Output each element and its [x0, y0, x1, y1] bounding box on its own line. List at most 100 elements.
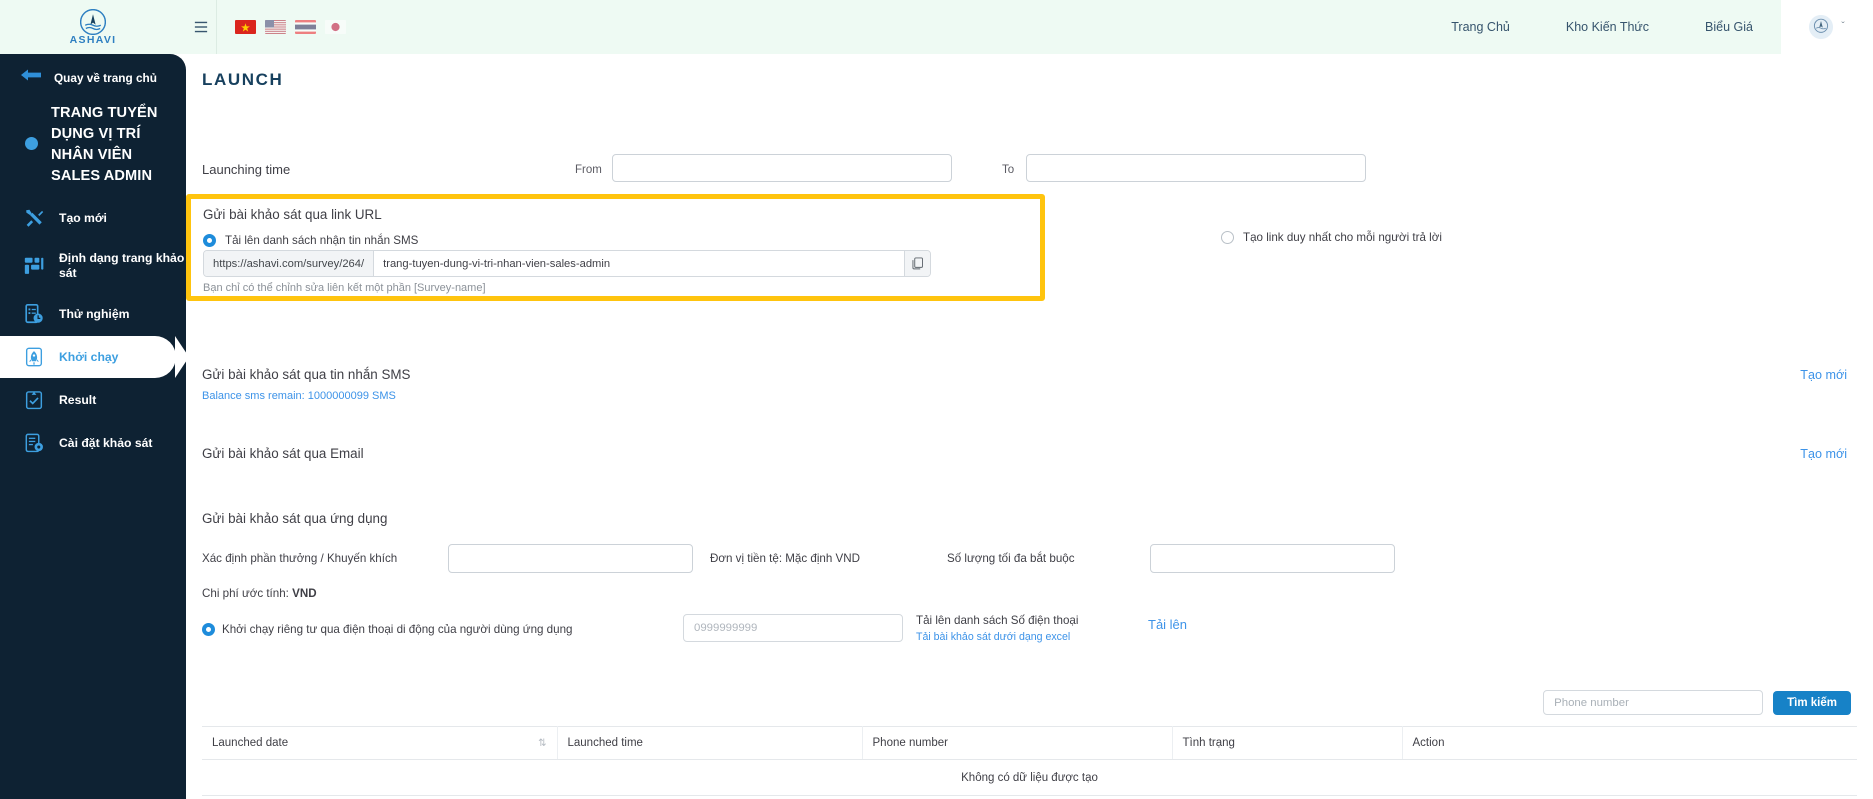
sidebar: Quay về trang chủ TRANG TUYỂN DỤNG VỊ TR…	[0, 54, 189, 799]
sidebar-back-home-label: Quay về trang chủ	[54, 70, 157, 85]
phone-number-input[interactable]: 0999999999	[683, 614, 903, 642]
column-launched-time-label: Launched time	[567, 737, 643, 749]
sms-section-heading: Gửi bài khảo sát qua tin nhắn SMS	[202, 367, 411, 382]
max-quantity-label: Số lượng tối đa bắt buộc	[947, 552, 1075, 565]
table-header-row: Launched date ⇅ Launched time Phone numb…	[202, 726, 1857, 760]
sidebar-item-thu-nghiem[interactable]: Thử nghiệm	[0, 293, 186, 335]
survey-url-bar: https://ashavi.com/survey/264/ trang-tuy…	[203, 250, 931, 277]
top-bar: ASHAVI Trang Chủ Kho Kiến Thức Biểu Giá …	[0, 0, 1873, 54]
ashavi-logo-icon	[79, 8, 107, 35]
radio-icon-unselected[interactable]	[1221, 231, 1234, 244]
reward-input[interactable]	[448, 544, 693, 573]
table-head: Launched date ⇅ Launched time Phone numb…	[202, 726, 1857, 760]
top-navigation: Trang Chủ Kho Kiến Thức Biểu Giá	[1423, 0, 1781, 54]
launching-time-row: Launching time From To	[202, 154, 1857, 188]
to-label: To	[1002, 164, 1015, 176]
page-title: LAUNCH	[202, 70, 284, 89]
column-launched-time[interactable]: Launched time	[557, 726, 863, 760]
search-row: Phone number Tìm kiếm	[1543, 690, 1851, 715]
sidebar-item-khoi-chay[interactable]: Khởi chạy	[0, 336, 189, 378]
nav-kho-kien-thuc[interactable]: Kho Kiến Thức	[1538, 0, 1677, 54]
hamburger-icon[interactable]	[186, 0, 216, 54]
email-create-new-link[interactable]: Tạo mới	[1800, 447, 1847, 461]
radio-unique-link-label: Tạo link duy nhất cho mỗi người trả lời	[1243, 231, 1442, 244]
sidebar-item-label: Tạo mới	[59, 210, 107, 225]
radio-unique-link[interactable]: Tạo link duy nhất cho mỗi người trả lời	[1221, 231, 1442, 244]
survey-url-slug-input[interactable]: trang-tuyen-dung-vi-tri-nhan-vien-sales-…	[374, 251, 904, 276]
search-input[interactable]: Phone number	[1543, 690, 1764, 715]
radio-private-launch[interactable]: Khởi chạy riêng tư qua điện thoại di độn…	[202, 623, 572, 636]
sidebar-item-result[interactable]: Result	[0, 379, 186, 421]
estimated-cost-label: Chi phí ước tính:	[202, 587, 289, 600]
launching-time-label: Launching time	[202, 162, 291, 177]
sort-arrows-icon[interactable]: ⇅	[538, 738, 546, 749]
private-launch-row: Khởi chạy riêng tư qua điện thoại di độn…	[202, 614, 1852, 660]
rocket-icon	[22, 345, 46, 369]
table-body: Không có dữ liệu được tạo	[202, 759, 1857, 796]
column-phone-number[interactable]: Phone number	[862, 726, 1173, 760]
url-section-highlight: Gửi bài khảo sát qua link URL Tải lên da…	[186, 194, 1045, 301]
tools-icon	[22, 206, 46, 230]
chevron-down-icon[interactable]: ˇ	[1841, 22, 1844, 32]
column-launched-date[interactable]: Launched date ⇅	[202, 726, 558, 760]
download-excel-template-link[interactable]: Tải bài khảo sát dưới dạng excel	[916, 631, 1078, 643]
sms-section: Gửi bài khảo sát qua tin nhắn SMS Balanc…	[202, 367, 410, 402]
copy-icon[interactable]	[904, 251, 930, 276]
radio-icon-selected[interactable]	[203, 234, 216, 247]
sidebar-back-home[interactable]: Quay về trang chủ	[0, 54, 186, 97]
brand-name: ASHAVI	[69, 33, 117, 46]
table-empty-message: Không có dữ liệu được tạo	[202, 759, 1857, 796]
language-switcher	[217, 20, 346, 34]
usa-flag[interactable]	[265, 20, 286, 34]
reward-label: Xác định phần thưởng / Khuyến khích	[202, 552, 398, 565]
estimated-cost: Chi phí ước tính: VND	[202, 587, 317, 600]
brand-logo[interactable]: ASHAVI	[0, 0, 186, 54]
sidebar-item-label: Thử nghiệm	[59, 306, 130, 321]
sms-balance: Balance sms remain: 1000000099 SMS	[202, 390, 396, 402]
table-empty-row: Không có dữ liệu được tạo	[202, 759, 1857, 796]
column-phone-number-label: Phone number	[872, 737, 948, 749]
account-zone: ˇ	[1781, 0, 1873, 54]
email-section-heading: Gửi bài khảo sát qua Email	[202, 446, 364, 461]
from-label: From	[575, 164, 602, 176]
nav-bieu-gia[interactable]: Biểu Giá	[1677, 0, 1781, 54]
avatar[interactable]	[1809, 15, 1834, 39]
url-edit-hint: Bạn chỉ có thể chỉnh sửa liên kết một ph…	[203, 282, 486, 294]
sidebar-item-label: Định dạng trang khảo sát	[59, 251, 185, 280]
sms-create-new-link[interactable]: Tạo mới	[1800, 368, 1847, 382]
to-date-input[interactable]	[1026, 154, 1366, 182]
project-dot-icon	[25, 137, 38, 150]
column-tinh-trang-label: Tình trạng	[1182, 737, 1235, 749]
nav-trang-chu[interactable]: Trang Chủ	[1423, 0, 1538, 54]
arrow-left-icon	[20, 68, 42, 87]
layout-icon	[22, 254, 46, 278]
column-tinh-trang[interactable]: Tình trạng	[1172, 726, 1403, 760]
column-action[interactable]: Action	[1402, 726, 1857, 760]
radio-icon-selected[interactable]	[202, 623, 215, 636]
thailand-flag[interactable]	[295, 20, 316, 34]
estimated-cost-value: VND	[292, 587, 317, 600]
sidebar-project-title[interactable]: TRANG TUYỂN DỤNG VỊ TRÍ NHÂN VIÊN SALES …	[0, 97, 186, 197]
url-section-heading: Gửi bài khảo sát qua link URL	[203, 207, 382, 222]
upload-button[interactable]: Tải lên	[1148, 617, 1187, 632]
email-section: Gửi bài khảo sát qua Email	[202, 446, 364, 461]
from-date-input[interactable]	[612, 154, 952, 182]
sidebar-item-cai-dat-khao-sat[interactable]: Cài đặt khảo sát	[0, 422, 186, 464]
sidebar-item-tao-moi[interactable]: Tạo mới	[0, 197, 186, 239]
japan-flag[interactable]	[325, 20, 346, 34]
search-button[interactable]: Tìm kiếm	[1773, 690, 1851, 715]
max-quantity-input[interactable]	[1150, 544, 1395, 573]
sidebar-item-label: Khởi chạy	[59, 349, 119, 364]
upload-phone-list-title: Tải lên danh sách Số điện thoại	[916, 614, 1079, 627]
main-content: LAUNCH Launching time From To Gửi bài kh…	[186, 54, 1873, 799]
upload-phone-list-block: Tải lên danh sách Số điện thoại Tải bài …	[916, 614, 1078, 643]
sidebar-item-dinh-dang-trang-khao-sat[interactable]: Định dạng trang khảo sát	[0, 240, 186, 292]
radio-upload-sms-list[interactable]: Tải lên danh sách nhận tin nhắn SMS	[203, 234, 1040, 247]
app-section: Gửi bài khảo sát qua ứng dụng	[202, 511, 387, 526]
vietnam-flag[interactable]	[235, 20, 256, 34]
settings-clipboard-icon	[22, 431, 46, 455]
sidebar-item-label: Result	[59, 392, 97, 407]
currency-label: Đơn vị tiền tệ: Mặc định VND	[710, 552, 861, 565]
test-clock-icon	[22, 302, 46, 326]
column-launched-date-label: Launched date	[212, 737, 289, 749]
